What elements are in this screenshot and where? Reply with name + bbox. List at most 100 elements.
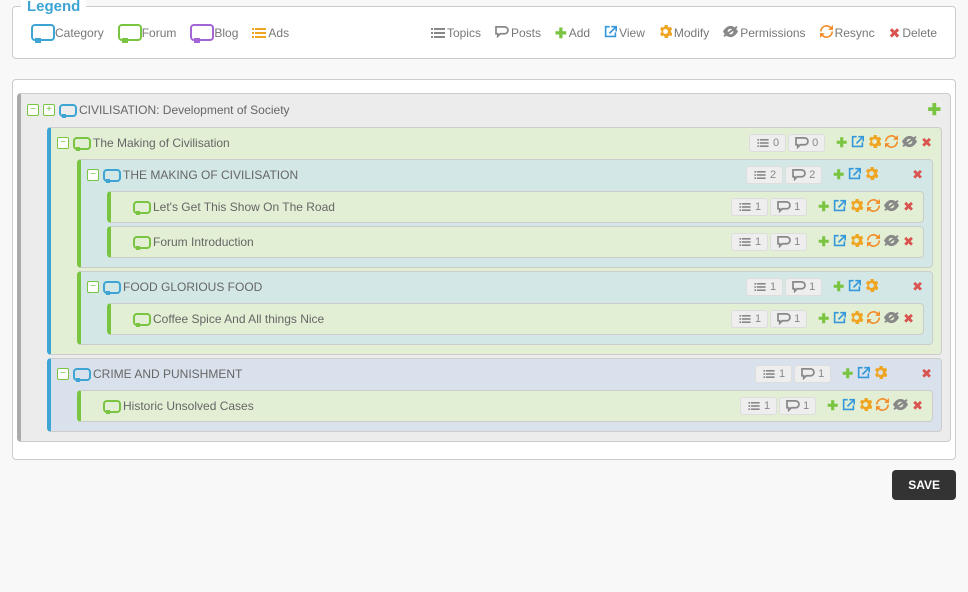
topics-badge: 1 (740, 397, 777, 415)
view-icon[interactable] (847, 167, 862, 183)
resync-icon[interactable] (866, 311, 881, 327)
posts-badge: 1 (770, 310, 807, 328)
expand-toggle[interactable]: + (43, 104, 55, 116)
delete-icon[interactable]: ✖ (911, 398, 924, 414)
forum-icon (133, 201, 149, 214)
save-button[interactable]: SAVE (892, 470, 956, 500)
add-icon[interactable]: ✚ (832, 167, 845, 183)
add-icon[interactable]: ✚ (832, 279, 845, 295)
add-icon[interactable]: ✚ (927, 100, 942, 120)
delete-icon[interactable]: ✖ (920, 366, 933, 382)
permissions-icon[interactable] (883, 234, 900, 250)
modify-icon[interactable] (849, 234, 864, 250)
collapse-toggle[interactable]: − (57, 368, 69, 380)
resync-icon[interactable] (866, 234, 881, 250)
topics-icon (431, 27, 445, 39)
delete-icon[interactable]: ✖ (911, 167, 924, 183)
forum-icon (73, 137, 89, 150)
node-title: CRIME AND PUNISHMENT (93, 367, 751, 381)
legend-forum: Forum (112, 24, 183, 42)
forum-icon (118, 24, 140, 42)
node-title: Let's Get This Show On The Road (153, 200, 727, 214)
view-icon[interactable] (856, 366, 871, 382)
modify-icon[interactable] (867, 135, 882, 151)
category-icon (103, 169, 119, 182)
legend-ads: Ads (246, 26, 295, 40)
permissions-icon[interactable] (901, 135, 918, 151)
legend-tool-posts: Posts (489, 26, 547, 41)
blog-icon (190, 24, 212, 42)
collapse-toggle[interactable]: − (87, 169, 99, 181)
legend-tool-delete: ✖Delete (883, 26, 943, 40)
delete-icon[interactable]: ✖ (911, 279, 924, 295)
add-icon[interactable]: ✚ (835, 135, 848, 151)
delete-icon[interactable]: ✖ (902, 311, 915, 327)
legend-panel: Legend CategoryForumBlogAds TopicsPosts✚… (12, 6, 956, 59)
modify-icon[interactable] (858, 398, 873, 414)
permissions-icon (723, 25, 738, 41)
resync-icon[interactable] (884, 135, 899, 151)
modify-icon (659, 25, 672, 41)
posts-badge: 1 (785, 278, 822, 296)
topics-badge: 2 (746, 166, 783, 184)
topics-badge: 1 (731, 233, 768, 251)
delete-icon[interactable]: ✖ (920, 135, 933, 151)
topics-badge: 0 (749, 134, 786, 152)
view-icon (604, 25, 617, 41)
delete-icon: ✖ (889, 26, 901, 40)
tree-node[interactable]: −+ CIVILISATION: Development of Society … (17, 93, 951, 442)
collapse-toggle[interactable]: − (57, 137, 69, 149)
modify-icon[interactable] (873, 366, 888, 382)
ads-icon (252, 27, 266, 39)
view-icon[interactable] (832, 234, 847, 250)
legend-tool-topics: Topics (425, 26, 487, 40)
tree-node[interactable]: Historic Unsolved Cases 11 ✚ ✖ (77, 390, 933, 422)
node-title: Historic Unsolved Cases (123, 399, 736, 413)
delete-icon[interactable]: ✖ (902, 234, 915, 250)
collapse-toggle[interactable]: − (27, 104, 39, 116)
tree-node[interactable]: − CRIME AND PUNISHMENT 11 ✚ ✖ Historic Uns… (47, 358, 942, 432)
node-title: CIVILISATION: Development of Society (79, 103, 923, 117)
topics-badge: 1 (746, 278, 783, 296)
modify-icon[interactable] (849, 311, 864, 327)
tree-node[interactable]: Forum Introduction 11✚✖ (107, 226, 924, 258)
add-icon[interactable]: ✚ (826, 398, 839, 414)
resync-icon (820, 25, 833, 41)
add-icon[interactable]: ✚ (817, 311, 830, 327)
view-icon[interactable] (832, 311, 847, 327)
tree-node[interactable]: Let's Get This Show On The Road 11 ✚ ✖ (107, 191, 924, 223)
delete-icon[interactable]: ✖ (902, 199, 915, 215)
posts-badge: 0 (788, 134, 825, 152)
node-title: Coffee Spice And All things Nice (153, 312, 727, 326)
view-icon[interactable] (841, 398, 856, 414)
permissions-icon[interactable] (892, 398, 909, 414)
add-icon[interactable]: ✚ (817, 199, 830, 215)
tree-node[interactable]: − THE MAKING OF CIVILISATION 22✚✖ Let's … (77, 159, 933, 268)
node-title: Forum Introduction (153, 235, 727, 249)
tree-node[interactable]: − The Making of Civilisation 00 ✚ ✖ − THE … (47, 127, 942, 355)
permissions-icon[interactable] (883, 311, 900, 327)
add-icon[interactable]: ✚ (817, 234, 830, 250)
collapse-toggle[interactable]: − (87, 281, 99, 293)
tree-node[interactable]: Coffee Spice And All things Nice 11✚✖ (107, 303, 924, 335)
forum-icon (133, 313, 149, 326)
forum-icon (103, 400, 119, 413)
view-icon[interactable] (832, 199, 847, 215)
topics-badge: 1 (731, 198, 768, 216)
tree-node[interactable]: − FOOD GLORIOUS FOOD 11✚✖ Coffee Spice A… (77, 271, 933, 345)
view-icon[interactable] (847, 279, 862, 295)
legend-tools: TopicsPosts✚AddViewModifyPermissionsResy… (425, 25, 943, 41)
resync-icon[interactable] (875, 398, 890, 414)
posts-badge: 1 (770, 198, 807, 216)
modify-icon[interactable] (864, 167, 879, 183)
permissions-icon[interactable] (883, 199, 900, 215)
node-title: The Making of Civilisation (93, 136, 745, 150)
resync-icon[interactable] (866, 199, 881, 215)
node-title: THE MAKING OF CIVILISATION (123, 168, 742, 182)
add-icon[interactable]: ✚ (841, 366, 854, 382)
modify-icon[interactable] (864, 279, 879, 295)
view-icon[interactable] (850, 135, 865, 151)
modify-icon[interactable] (849, 199, 864, 215)
posts-badge: 1 (779, 397, 816, 415)
legend-title: Legend (21, 0, 86, 15)
